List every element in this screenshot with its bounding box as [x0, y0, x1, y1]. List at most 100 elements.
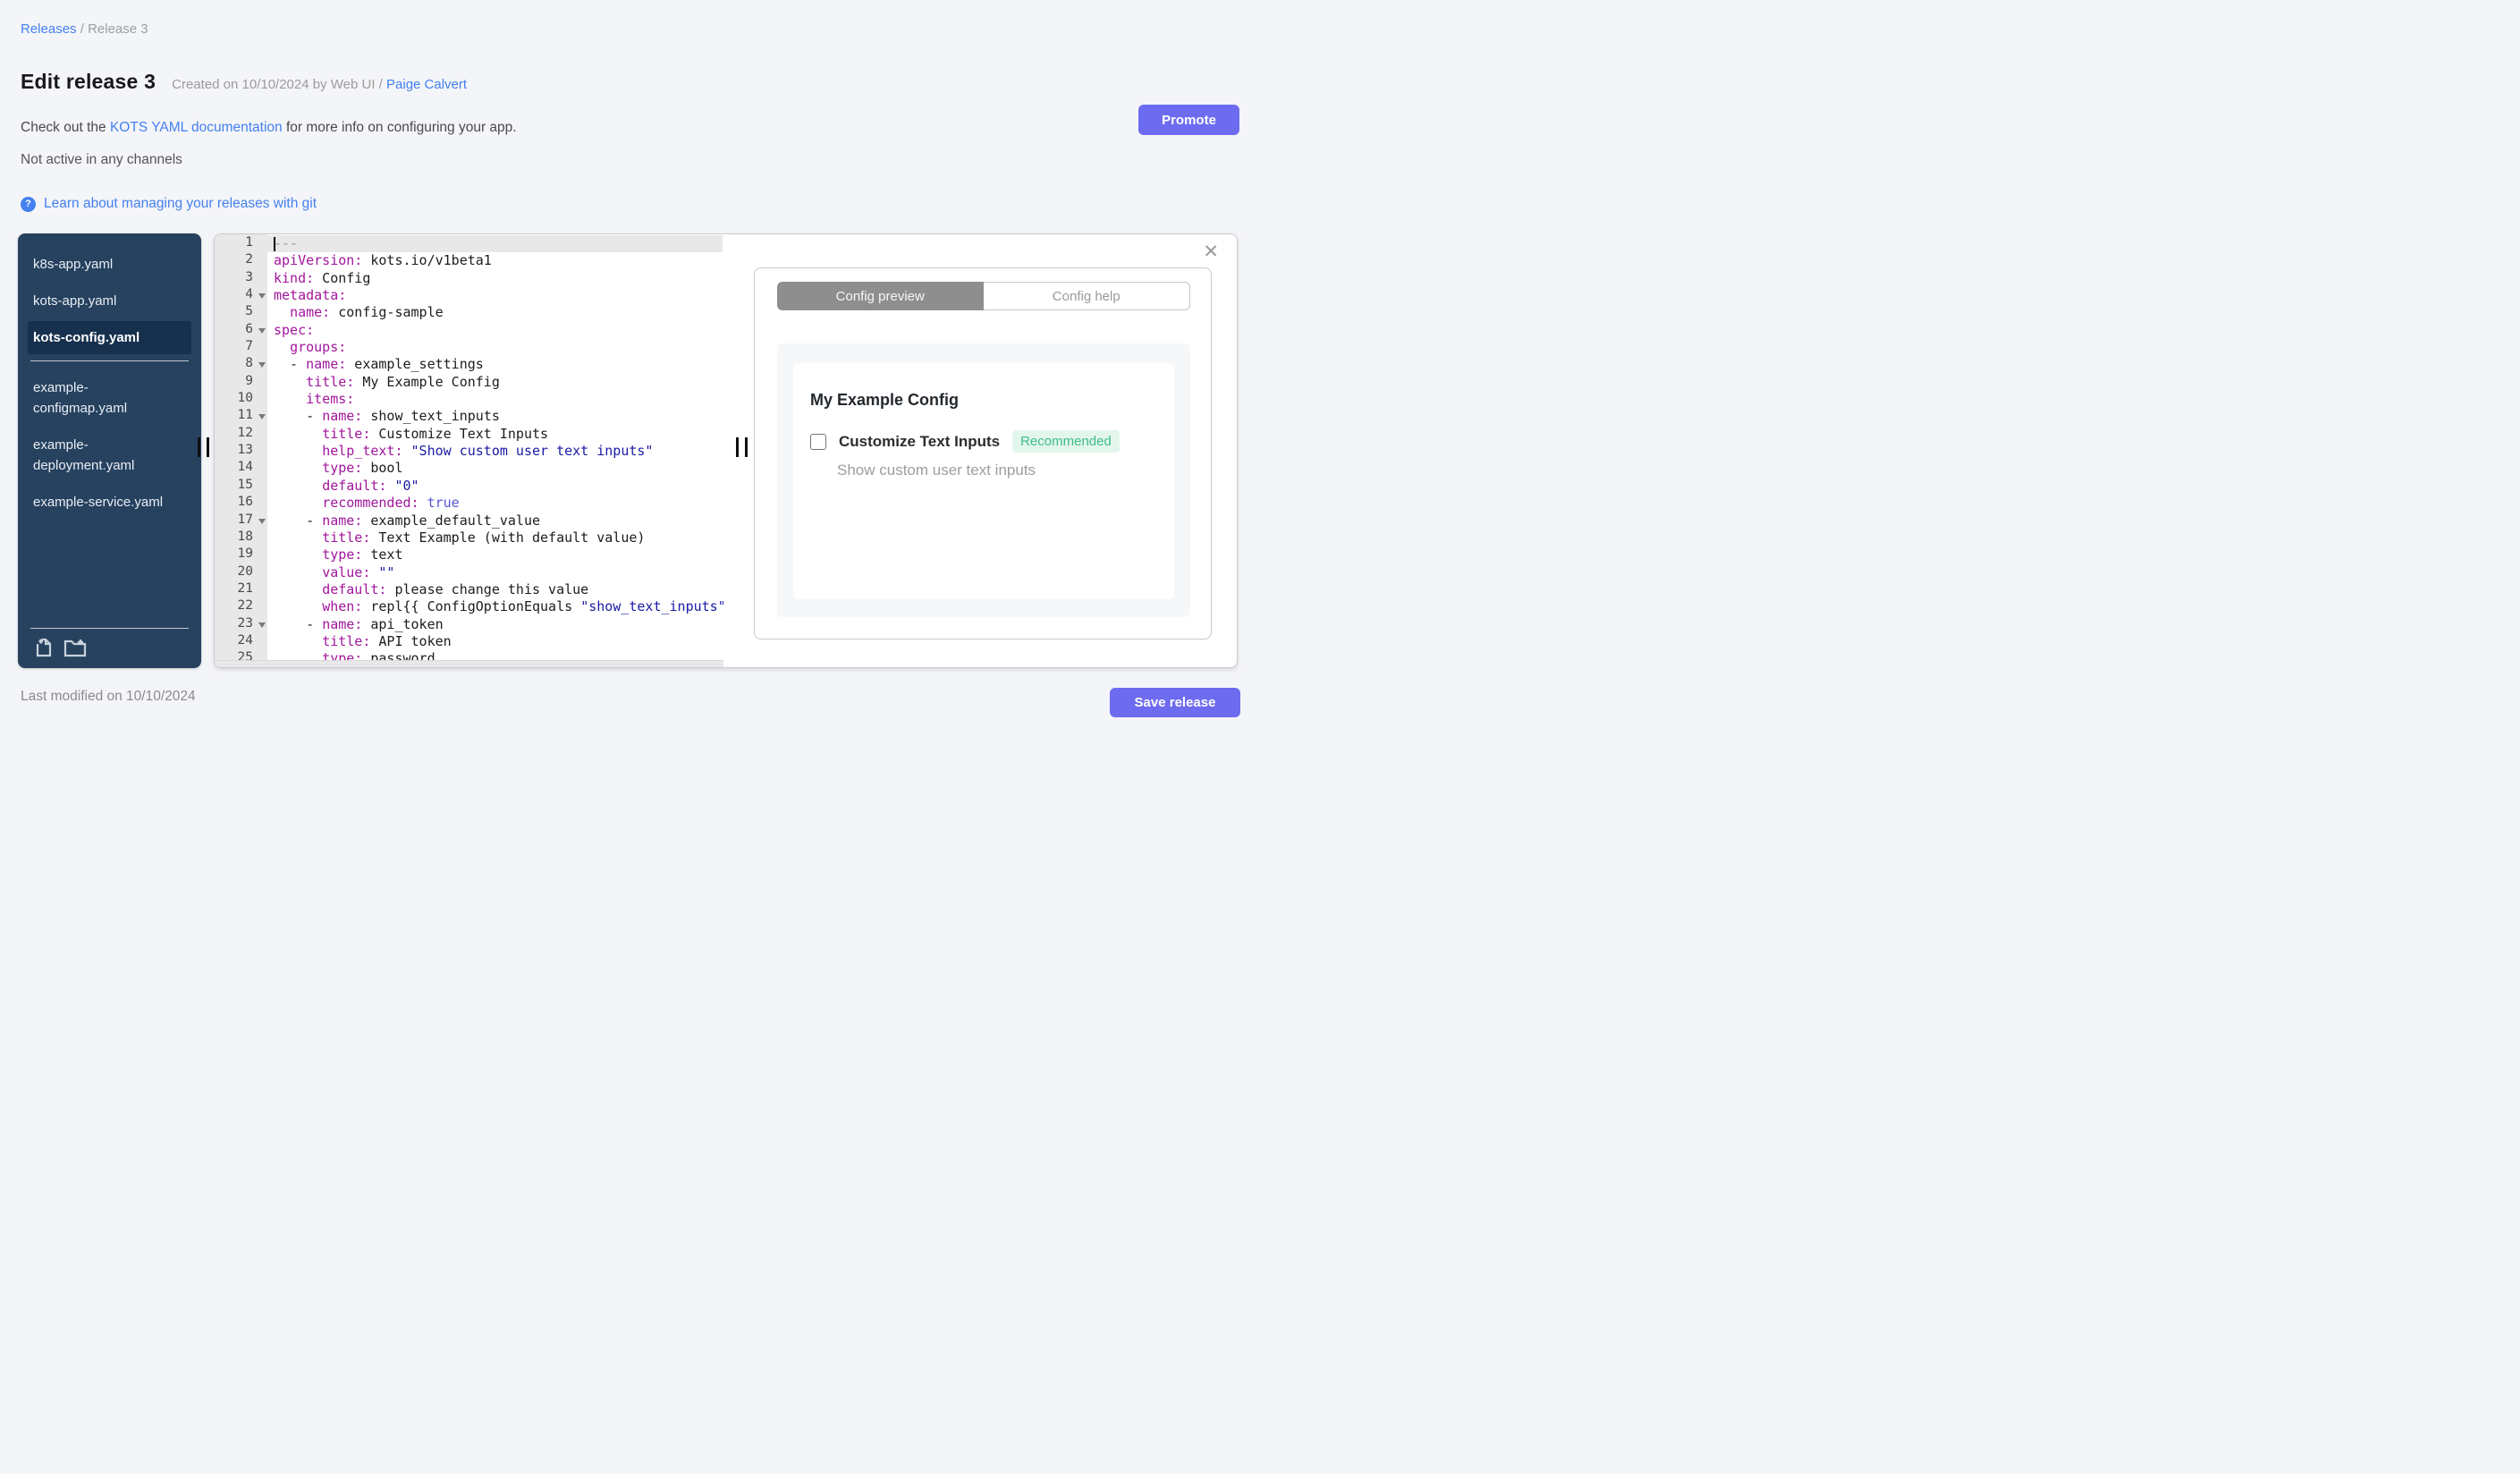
code-line-1: --- — [274, 235, 299, 251]
channel-status: Not active in any channels — [21, 152, 182, 167]
tab-config-help[interactable]: Config help — [983, 282, 1190, 310]
code-line-24: title: API token — [322, 632, 452, 649]
docs-line-prefix: Check out the — [21, 120, 106, 135]
help-icon[interactable]: ? — [21, 196, 36, 212]
gutter-line-22: 22 — [237, 598, 253, 614]
sidebar-item-kots-config-yaml[interactable]: kots-config.yaml — [28, 321, 191, 354]
new-file-icon[interactable] — [34, 637, 54, 657]
git-link[interactable]: Learn about managing your releases with … — [44, 196, 317, 212]
breadcrumb-current: Release 3 — [88, 21, 148, 37]
promote-button[interactable]: Promote — [1138, 105, 1239, 135]
code-line-6: spec: — [274, 321, 315, 338]
fold-arrow-icon[interactable] — [258, 622, 266, 628]
fold-arrow-icon[interactable] — [258, 362, 266, 368]
code-line-4: metadata: — [274, 287, 347, 304]
gutter-line-14: 14 — [237, 460, 253, 475]
sidebar-footer — [30, 628, 190, 661]
gutter-line-17: 17 — [215, 512, 267, 529]
fold-arrow-icon[interactable] — [258, 293, 266, 300]
preview-content-area: My Example Config Customize Text Inputs … — [777, 343, 1190, 617]
file-list: k8s-app.yaml kots-app.yaml kots-config.yam… — [28, 246, 191, 521]
customize-text-inputs-checkbox[interactable] — [810, 433, 826, 450]
editor-gutter: 1 2 3 4 5 6 7 8 9 10 11 12 13 14 15 16 17 18 19 20 21 22 23 24 2… — [215, 234, 267, 667]
gutter-line-23: 23 — [215, 615, 267, 632]
gutter-line-11: 11 — [215, 407, 267, 424]
preview-resize-handle[interactable] — [736, 437, 751, 457]
author-link[interactable]: Paige Calvert — [386, 77, 467, 92]
code-line-2: apiVersion: kots.io/v1beta1 — [274, 252, 492, 269]
code-line-23: - name: api_token — [274, 615, 444, 632]
tab-config-preview[interactable]: Config preview — [777, 282, 984, 310]
sidebar-resize-handle[interactable] — [198, 437, 213, 457]
gutter-line-16: 16 — [237, 495, 253, 510]
code-line-16: recommended: true — [322, 495, 460, 512]
gutter-line-15: 15 — [237, 477, 253, 492]
config-card: My Example Config Customize Text Inputs … — [793, 363, 1174, 599]
created-text: Created on 10/10/2024 by Web UI / Paige … — [172, 77, 467, 92]
close-icon[interactable]: ✕ — [1203, 240, 1219, 265]
last-modified-text: Last modified on 10/10/2024 — [21, 689, 196, 704]
config-item-title: Customize Text Inputs — [839, 432, 1001, 450]
docs-line-suffix: for more info on configuring your app. — [285, 120, 517, 135]
gutter-line-21: 21 — [237, 580, 253, 596]
git-help-line: ? Learn about managing your releases wit… — [21, 196, 317, 212]
code-line-21: default: please change this value — [322, 580, 589, 597]
code-line-17: - name: example_default_value — [274, 512, 541, 529]
sidebar-item-example-service-yaml[interactable]: example-service.yaml — [30, 484, 173, 521]
config-item-row: Customize Text Inputs Recommended — [810, 430, 1174, 453]
sidebar-footer-divider — [30, 628, 189, 629]
sidebar-item-k8s-app-yaml[interactable]: k8s-app.yaml — [30, 246, 173, 283]
fold-arrow-icon[interactable] — [258, 414, 266, 420]
code-line-11: - name: show_text_inputs — [274, 408, 500, 425]
save-release-button[interactable]: Save release — [1110, 688, 1240, 717]
gutter-line-19: 19 — [237, 546, 253, 562]
docs-link[interactable]: KOTS YAML documentation — [110, 120, 283, 135]
page-title: Edit release 3 — [21, 70, 156, 93]
code-line-18: title: Text Example (with default value) — [322, 529, 646, 546]
sidebar-item-example-deployment-yaml[interactable]: example-deployment.yaml — [30, 427, 173, 484]
code-line-15: default: "0" — [322, 477, 419, 494]
gutter-line-13: 13 — [237, 443, 253, 458]
gutter-line-8: 8 — [215, 355, 267, 372]
gutter-line-20: 20 — [237, 563, 253, 579]
sidebar-item-kots-app-yaml[interactable]: kots-app.yaml — [30, 283, 173, 319]
new-folder-icon[interactable] — [63, 637, 87, 657]
code-line-14: type: bool — [322, 460, 403, 477]
code-line-9: title: My Example Config — [306, 373, 500, 390]
sidebar-item-example-configmap-yaml[interactable]: example-configmap.yaml — [30, 369, 173, 427]
gutter-line-18: 18 — [237, 529, 253, 544]
editor-cursor — [274, 237, 275, 251]
config-item-help-text: Show custom user text inputs — [837, 462, 1036, 479]
breadcrumb: Releases / Release 3 — [21, 21, 148, 37]
config-preview-panel: Config preview Config help My Example Con… — [754, 267, 1212, 640]
breadcrumb-separator: / — [80, 21, 84, 37]
code-line-10: items: — [306, 391, 355, 408]
sidebar-divider — [30, 360, 189, 361]
code-line-12: title: Customize Text Inputs — [322, 425, 549, 442]
created-prefix: Created on 10/10/2024 by Web UI / — [172, 77, 383, 92]
code-line-7: groups: — [290, 339, 347, 356]
recommended-badge: Recommended — [1012, 430, 1120, 453]
gutter-line-24: 24 — [237, 632, 253, 648]
gutter-line-6: 6 — [215, 321, 267, 338]
code-line-22: when: repl{{ ConfigOptionEquals "show_te… — [322, 598, 723, 615]
gutter-line-9: 9 — [245, 373, 253, 388]
gutter-line-5: 5 — [245, 304, 253, 319]
config-group-title: My Example Config — [810, 391, 960, 409]
breadcrumb-link-releases[interactable]: Releases — [21, 21, 77, 37]
fold-arrow-icon[interactable] — [258, 327, 266, 334]
yaml-code-editor[interactable]: 1 2 3 4 5 6 7 8 9 10 11 12 13 14 15 16 17 18 19 20 21 22 23 24 2… — [215, 234, 723, 667]
code-line-13: help_text: "Show custom user text inputs… — [322, 443, 654, 460]
code-line-20: value: "" — [322, 563, 395, 580]
gutter-line-4: 4 — [215, 286, 267, 303]
gutter-line-3: 3 — [245, 269, 253, 284]
gutter-line-7: 7 — [245, 339, 253, 354]
editor-horizontal-scrollbar[interactable] — [215, 660, 723, 667]
code-line-3: kind: Config — [274, 269, 371, 286]
fold-arrow-icon[interactable] — [258, 518, 266, 524]
preview-tabbar: Config preview Config help — [777, 282, 1190, 310]
release-editor-card: 1 2 3 4 5 6 7 8 9 10 11 12 13 14 15 16 17 18 19 20 21 22 23 24 2… — [214, 233, 1238, 668]
gutter-line-12: 12 — [237, 425, 253, 440]
gutter-line-1: 1 — [245, 235, 253, 250]
title-row: Edit release 3 Created on 10/10/2024 by … — [21, 70, 467, 94]
